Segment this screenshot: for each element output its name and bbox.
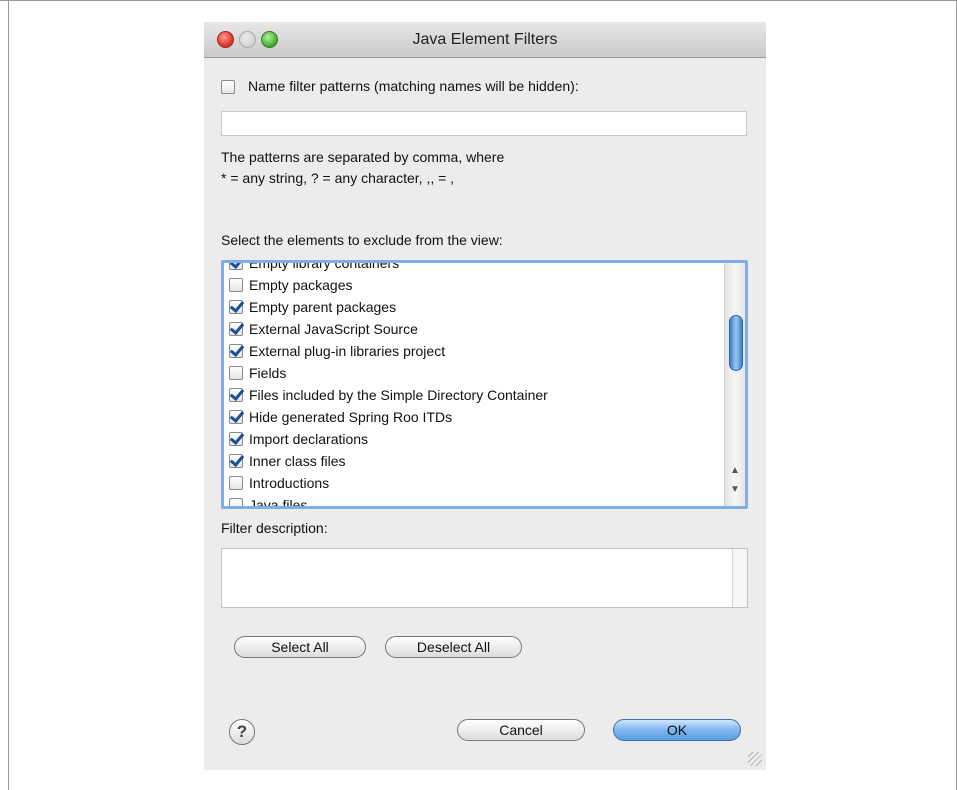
list-item-checkbox[interactable] bbox=[229, 322, 243, 336]
list-item-label: Fields bbox=[249, 365, 287, 381]
list-item-checkbox[interactable] bbox=[229, 454, 243, 468]
list-item-checkbox[interactable] bbox=[229, 498, 243, 506]
list-item-checkbox[interactable] bbox=[229, 366, 243, 380]
list-item-label: External JavaScript Source bbox=[249, 321, 418, 337]
deselect-all-button[interactable]: Deselect All bbox=[385, 636, 522, 658]
scroll-up-arrow-icon[interactable]: ▲ bbox=[730, 465, 740, 476]
cancel-button[interactable]: Cancel bbox=[457, 719, 585, 741]
list-item-checkbox[interactable] bbox=[229, 344, 243, 358]
list-item-label: Inner class files bbox=[249, 453, 346, 469]
title-bar: Java Element Filters bbox=[204, 22, 766, 58]
list-item-checkbox[interactable] bbox=[229, 263, 243, 270]
list-item-label: External plug-in libraries project bbox=[249, 343, 446, 359]
pattern-help-line-2: * = any string, ? = any character, ,, = … bbox=[221, 170, 455, 186]
list-item-checkbox[interactable] bbox=[229, 476, 243, 490]
elements-list[interactable]: Empty library containers Empty packages Em… bbox=[221, 260, 748, 509]
list-item-label: Hide generated Spring Roo ITDs bbox=[249, 409, 453, 425]
description-scrollbar bbox=[732, 549, 747, 607]
list-item-label: Empty library containers bbox=[249, 260, 400, 271]
scroll-down-arrow-icon[interactable]: ▼ bbox=[730, 484, 740, 495]
list-item-label: Import declarations bbox=[249, 431, 369, 447]
ok-button[interactable]: OK bbox=[613, 719, 741, 741]
elements-label: Select the elements to exclude from the … bbox=[221, 232, 503, 248]
list-item-label: Files included by the Simple Directory C… bbox=[249, 387, 548, 403]
scroll-thumb[interactable] bbox=[729, 315, 743, 371]
pattern-help-line-1: The patterns are separated by comma, whe… bbox=[221, 149, 505, 165]
list-item-checkbox[interactable] bbox=[229, 388, 243, 402]
name-filter-label: Name filter patterns (matching names wil… bbox=[248, 78, 579, 94]
list-scrollbar[interactable]: ▲ ▼ bbox=[724, 263, 745, 506]
help-icon[interactable]: ? bbox=[229, 719, 255, 745]
name-filter-input[interactable] bbox=[221, 111, 747, 136]
list-item-label: Introductions bbox=[249, 475, 330, 491]
list-item-checkbox[interactable] bbox=[229, 410, 243, 424]
select-all-button[interactable]: Select All bbox=[234, 636, 366, 658]
name-filter-checkbox[interactable] bbox=[221, 80, 235, 94]
list-item-label: Empty parent packages bbox=[249, 299, 397, 315]
page-border-left bbox=[8, 0, 9, 790]
list-item-label: Empty packages bbox=[249, 277, 353, 293]
filter-description-label: Filter description: bbox=[221, 520, 328, 536]
java-element-filters-dialog: Java Element Filters Name filter pattern… bbox=[204, 22, 766, 770]
resize-grip-icon[interactable] bbox=[748, 752, 762, 766]
list-item-checkbox[interactable] bbox=[229, 278, 243, 292]
list-item-checkbox[interactable] bbox=[229, 432, 243, 446]
window-title: Java Element Filters bbox=[412, 31, 558, 48]
list-item-checkbox[interactable] bbox=[229, 300, 243, 314]
list-item-label: Java files bbox=[249, 497, 308, 509]
filter-description-box bbox=[221, 548, 748, 608]
page-border-top bbox=[0, 0, 957, 1]
